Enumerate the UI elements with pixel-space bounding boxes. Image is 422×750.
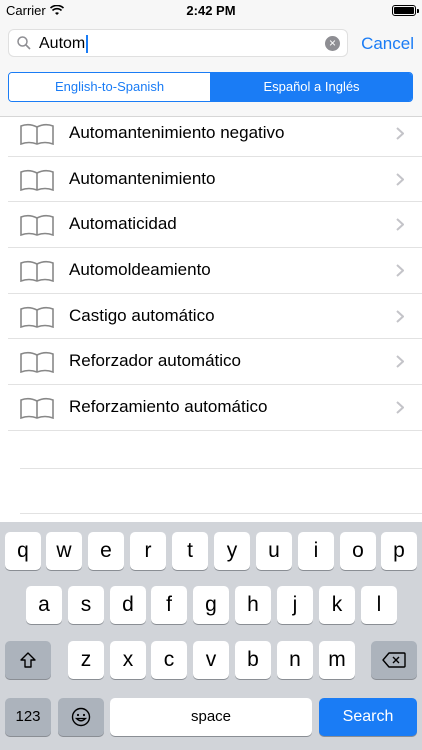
result-title: Automoldeamiento — [69, 260, 211, 280]
results-list: Automantenimiento negativo Automantenimi… — [0, 111, 422, 431]
book-icon — [20, 123, 54, 145]
result-title: Automantenimiento — [69, 168, 216, 188]
divider — [20, 513, 422, 514]
key-q[interactable]: q — [5, 532, 41, 570]
key-p[interactable]: p — [381, 532, 417, 570]
emoji-icon — [71, 708, 91, 727]
chevron-right-icon — [396, 310, 404, 323]
key-z[interactable]: z — [68, 641, 104, 679]
list-item[interactable]: Automantenimiento — [8, 157, 422, 203]
key-g[interactable]: g — [193, 586, 229, 624]
segment-english-to-spanish[interactable]: English-to-Spanish — [9, 73, 211, 101]
key-m[interactable]: m — [319, 641, 355, 679]
language-segmented-control: English-to-Spanish Español a Inglés — [8, 72, 413, 102]
result-title: Castigo automático — [69, 305, 215, 325]
search-input[interactable]: Autom × — [8, 29, 348, 57]
key-r[interactable]: r — [130, 532, 166, 570]
book-icon — [20, 169, 54, 191]
status-bar: Carrier 2:42 PM — [0, 0, 422, 22]
list-item[interactable]: Automoldeamiento — [8, 248, 422, 294]
book-icon — [20, 215, 54, 237]
key-t[interactable]: t — [172, 532, 208, 570]
list-item[interactable]: Reforzamiento automático — [8, 385, 422, 431]
key-b[interactable]: b — [235, 641, 271, 679]
book-icon — [20, 352, 54, 374]
search-query: Autom — [39, 35, 89, 53]
result-title: Reforzador automático — [69, 351, 241, 371]
key-f[interactable]: f — [151, 586, 187, 624]
chevron-right-icon — [396, 127, 404, 140]
delete-icon — [382, 652, 406, 669]
key-l[interactable]: l — [361, 586, 397, 624]
list-item[interactable]: Reforzador automático — [8, 339, 422, 386]
numbers-key[interactable]: 123 — [5, 698, 51, 736]
battery-icon — [392, 5, 419, 16]
search-button[interactable]: Search — [319, 698, 417, 736]
list-item[interactable]: Automantenimiento negativo — [8, 111, 422, 157]
key-y[interactable]: y — [214, 532, 250, 570]
chevron-right-icon — [396, 218, 404, 232]
status-time: 2:42 PM — [186, 3, 236, 18]
search-query-text: Autom — [39, 35, 86, 52]
segment-espanol-a-ingles[interactable]: Español a Inglés — [211, 73, 412, 101]
key-c[interactable]: c — [151, 641, 187, 679]
shift-key[interactable] — [5, 641, 51, 679]
result-title: Reforzamiento automático — [69, 397, 268, 417]
search-icon — [17, 36, 31, 50]
key-v[interactable]: v — [193, 641, 229, 679]
list-item[interactable]: Castigo automático — [8, 294, 422, 340]
chevron-right-icon — [396, 355, 404, 369]
result-title: Automaticidad — [69, 214, 177, 234]
key-x[interactable]: x — [110, 641, 146, 679]
key-h[interactable]: h — [235, 586, 271, 624]
space-key[interactable]: space — [110, 698, 312, 736]
key-o[interactable]: o — [340, 532, 376, 570]
emoji-key[interactable] — [58, 698, 104, 736]
book-icon — [20, 398, 54, 420]
book-icon — [20, 306, 54, 328]
key-j[interactable]: j — [277, 586, 313, 624]
key-s[interactable]: s — [68, 586, 104, 624]
chevron-right-icon — [396, 401, 404, 414]
key-d[interactable]: d — [110, 586, 146, 624]
key-n[interactable]: n — [277, 641, 313, 679]
key-u[interactable]: u — [256, 532, 292, 570]
key-k[interactable]: k — [319, 586, 355, 624]
book-icon — [20, 260, 54, 283]
text-caret — [86, 35, 89, 53]
list-item[interactable]: Automaticidad — [8, 202, 422, 249]
chevron-right-icon — [396, 264, 404, 277]
cancel-button[interactable]: Cancel — [361, 34, 414, 54]
clear-icon[interactable]: × — [325, 36, 340, 51]
divider — [20, 468, 422, 469]
key-a[interactable]: a — [26, 586, 62, 624]
search-header: Autom × Cancel English-to-Spanish Españo… — [0, 22, 422, 117]
key-e[interactable]: e — [88, 532, 124, 570]
shift-icon — [20, 652, 36, 669]
key-i[interactable]: i — [298, 532, 334, 570]
keyboard: q w e r t y u i o p a s d f g h j k l z … — [0, 522, 422, 750]
key-w[interactable]: w — [46, 532, 82, 570]
delete-key[interactable] — [371, 641, 417, 679]
result-title: Automantenimiento negativo — [69, 123, 285, 142]
chevron-right-icon — [396, 172, 404, 186]
